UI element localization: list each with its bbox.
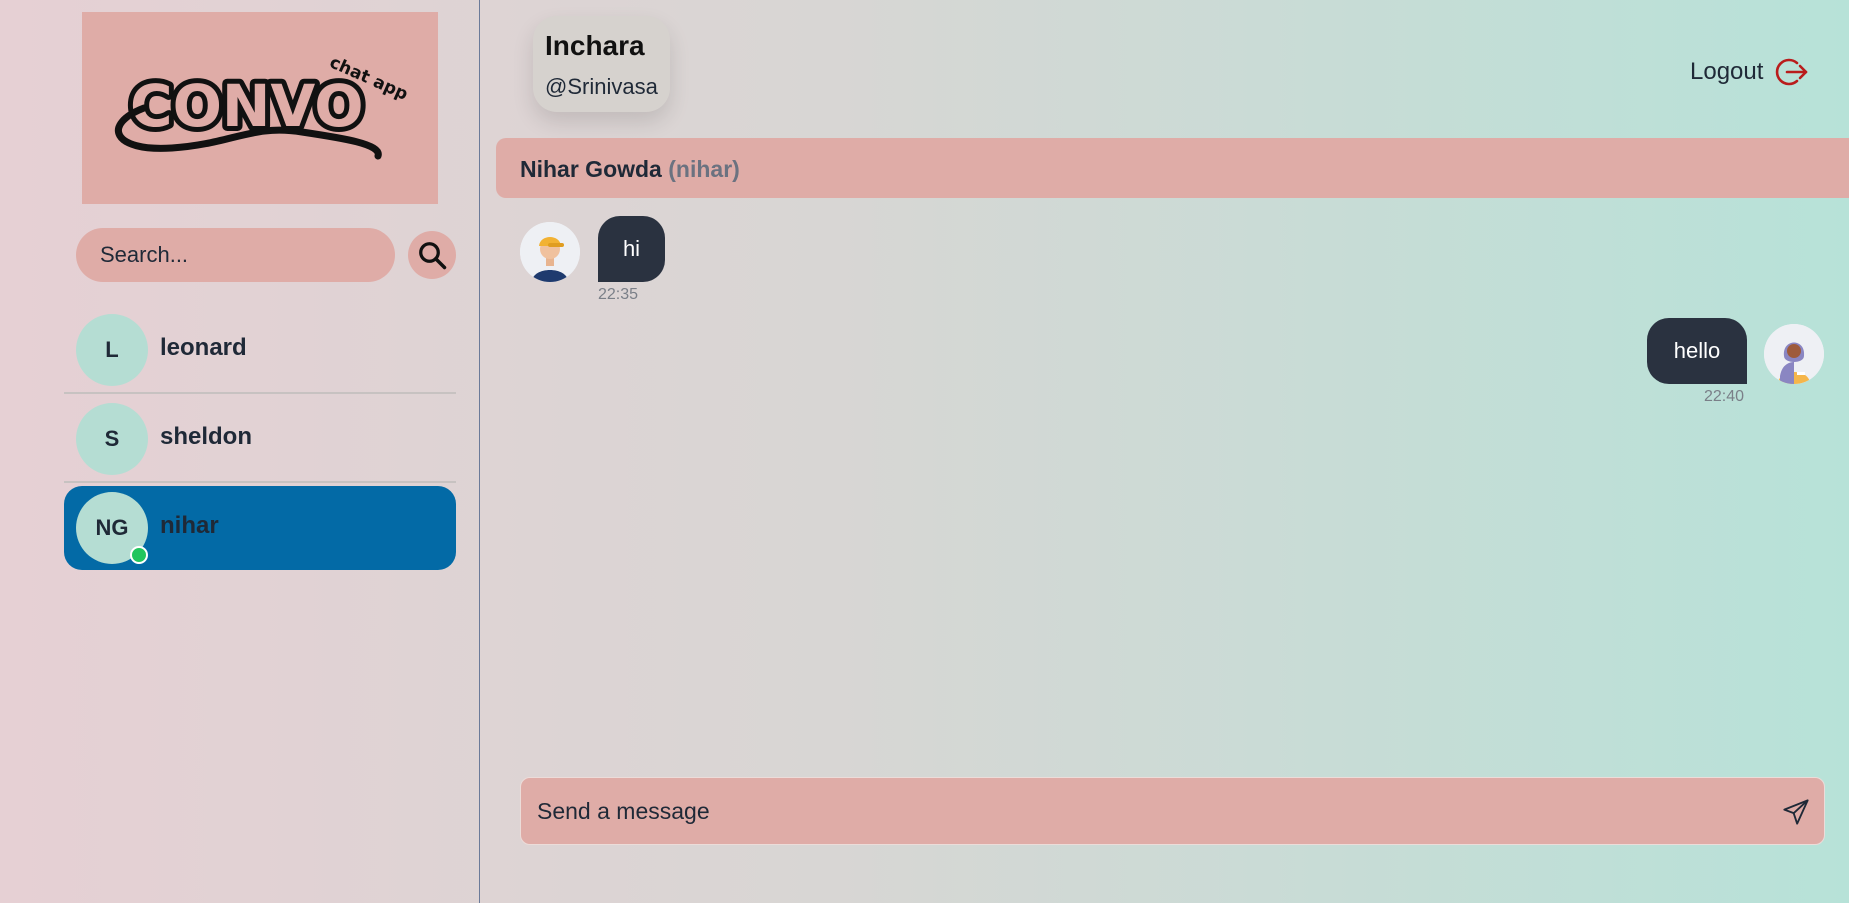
contact-name: sheldon <box>160 423 253 450</box>
sender-avatar <box>520 222 580 282</box>
contact-avatar: L <box>76 314 148 386</box>
contact-item-leonard[interactable]: L leonard <box>64 308 456 392</box>
message-timestamp: 22:40 <box>1704 388 1745 405</box>
message-timestamp: 22:35 <box>598 286 639 303</box>
sidebar: CONVO CONVO chat app L leonard S sheldon… <box>0 0 480 903</box>
svg-text:CONVO: CONVO <box>130 72 364 140</box>
message-bubble-outgoing: hello <box>1647 318 1747 384</box>
logout-icon <box>1776 58 1808 86</box>
message-input[interactable] <box>521 778 1824 844</box>
chat-partner-username: (nihar) <box>668 156 740 182</box>
send-icon[interactable] <box>1782 798 1810 826</box>
message-bubble-incoming: hi <box>598 216 665 282</box>
contact-divider <box>64 392 456 394</box>
online-status-dot <box>130 546 148 564</box>
current-user-card: Inchara @Srinivasa <box>533 16 670 112</box>
search-icon <box>419 242 447 270</box>
search-box <box>76 228 395 282</box>
convo-logo-graphic: CONVO CONVO chat app <box>114 52 411 160</box>
app-logo: CONVO CONVO chat app <box>82 12 438 204</box>
current-user-handle: @Srinivasa <box>545 74 658 99</box>
chat-partner-fullname: Nihar Gowda <box>520 156 662 182</box>
contact-name: nihar <box>160 512 219 539</box>
message-text: hello <box>1673 338 1721 363</box>
male-avatar-illustration <box>520 222 580 282</box>
contact-name: leonard <box>160 334 247 361</box>
contact-avatar: S <box>76 403 148 475</box>
contact-item-sheldon[interactable]: S sheldon <box>64 397 456 481</box>
contact-item-nihar[interactable]: NG nihar <box>64 486 456 570</box>
logout-label: Logout <box>1690 58 1764 85</box>
search-input[interactable] <box>76 228 395 282</box>
chat-header: Nihar Gowda (nihar) <box>496 138 1849 198</box>
message-composer <box>520 777 1825 845</box>
contact-divider <box>64 481 456 483</box>
my-avatar <box>1764 324 1824 384</box>
chat-partner-name: Nihar Gowda (nihar) <box>520 156 740 183</box>
female-avatar-illustration <box>1764 324 1824 384</box>
message-text: hi <box>622 236 641 261</box>
current-user-name: Inchara <box>545 30 645 61</box>
logout-button[interactable]: Logout <box>1690 56 1809 88</box>
search-button[interactable] <box>408 231 456 279</box>
